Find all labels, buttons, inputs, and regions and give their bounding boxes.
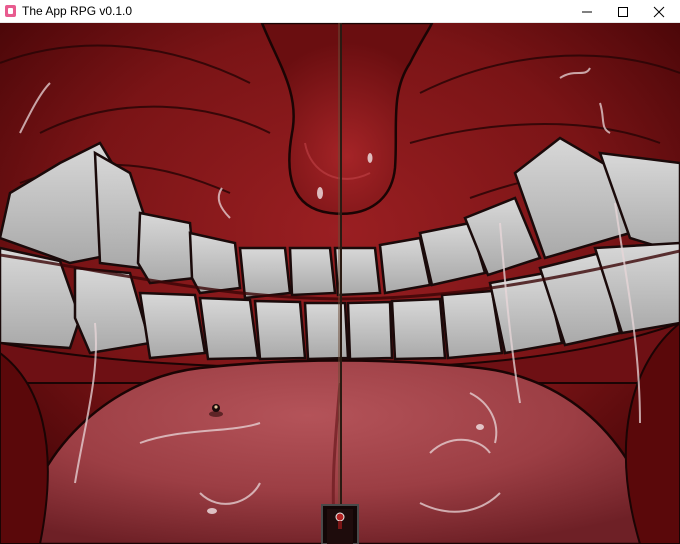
close-button[interactable] [642, 0, 676, 23]
maximize-button[interactable] [606, 0, 640, 23]
game-window: The App RPG v0.1.0 [0, 0, 680, 544]
title-bar[interactable]: The App RPG v0.1.0 [0, 0, 680, 23]
minimize-icon [582, 11, 592, 12]
app-icon [5, 5, 16, 17]
close-icon [653, 6, 665, 17]
game-viewport[interactable] [0, 23, 680, 544]
maximize-icon [618, 6, 628, 17]
window-title: The App RPG v0.1.0 [22, 4, 133, 18]
mouth-scene [0, 23, 680, 544]
rope [338, 23, 342, 509]
exit-door [321, 504, 359, 544]
minimize-button[interactable] [570, 0, 604, 23]
